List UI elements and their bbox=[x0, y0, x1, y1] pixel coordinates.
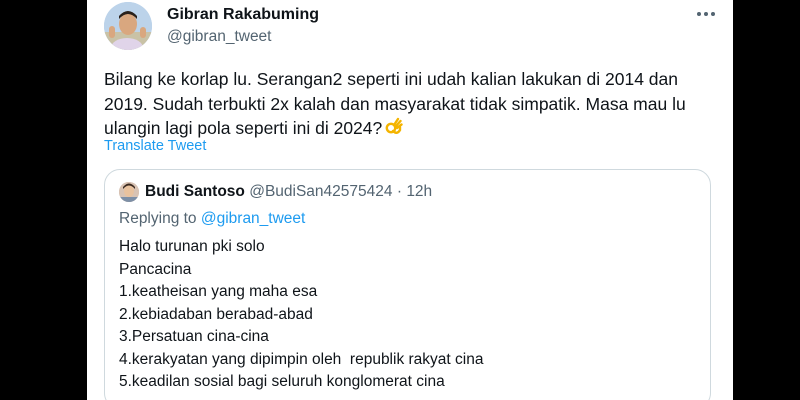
quoted-line: Halo turunan pki solo bbox=[119, 238, 265, 255]
quoted-line: 1.keatheisan yang maha esa bbox=[119, 283, 318, 300]
quoted-header: Budi Santoso @BudiSan42575424 · 12h bbox=[145, 183, 432, 201]
replying-mention-link[interactable]: @gibran_tweet bbox=[201, 210, 306, 227]
ok-hand-emoji-icon bbox=[384, 117, 404, 137]
quoted-author-name[interactable]: Budi Santoso bbox=[145, 183, 245, 200]
author-handle[interactable]: @gibran_tweet bbox=[167, 28, 272, 46]
author-avatar[interactable] bbox=[104, 2, 152, 50]
quoted-tweet-body: Halo turunan pki solo Pancacina 1.keathe… bbox=[119, 236, 483, 394]
quoted-time[interactable]: 12h bbox=[406, 183, 432, 200]
author-name[interactable]: Gibran Rakabuming bbox=[167, 6, 319, 24]
tweet-card: Gibran Rakabuming @gibran_tweet Bilang k… bbox=[87, 0, 733, 400]
quoted-line: 2.kebiadaban berabad-abad bbox=[119, 305, 313, 323]
translate-tweet-link[interactable]: Translate Tweet bbox=[104, 138, 206, 154]
avatar-photo bbox=[104, 2, 152, 50]
quoted-line: 4.kerakyatan yang dipimpin oleh republik… bbox=[119, 350, 484, 368]
quoted-tweet[interactable]: Budi Santoso @BudiSan42575424 · 12h Repl… bbox=[104, 169, 711, 400]
quoted-line: Pancacina bbox=[119, 260, 192, 278]
quoted-line: 5.keadilan sosial bagi seluruh konglomer… bbox=[119, 373, 445, 390]
replying-to: Replying to @gibran_tweet bbox=[119, 210, 305, 228]
quoted-author-avatar[interactable] bbox=[119, 182, 139, 202]
quoted-line: 3.Persatuan cina-cina bbox=[119, 328, 269, 345]
quoted-avatar-photo bbox=[119, 182, 139, 202]
quoted-separator: · bbox=[396, 183, 402, 200]
quoted-author-handle[interactable]: @BudiSan42575424 bbox=[249, 183, 392, 200]
tweet-text: Bilang ke korlap lu. Serangan2 seperti i… bbox=[104, 67, 714, 141]
more-options-icon[interactable] bbox=[695, 6, 717, 22]
replying-prefix: Replying to bbox=[119, 210, 197, 227]
